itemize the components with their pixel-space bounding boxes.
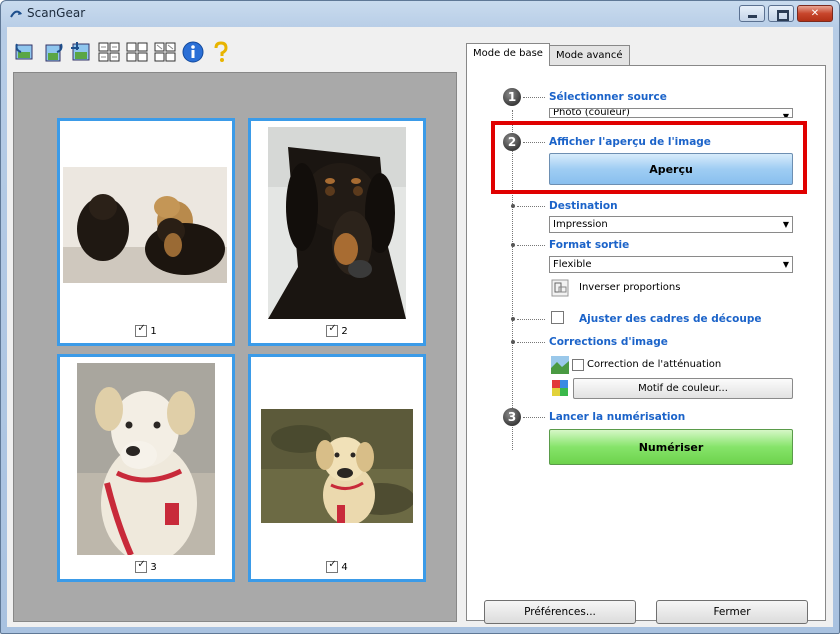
photo-two-dogs [63,167,227,283]
mode-tabs: Mode de base Mode avancé [466,43,630,66]
auto-crop-icon[interactable] [69,40,93,64]
close-icon: ✕ [810,8,820,19]
highlight-frame [491,121,807,194]
preferences-button[interactable]: Préférences... [484,600,636,624]
toolbar [13,35,237,69]
fading-correction-icon [551,356,569,374]
destination-label: Destination [549,200,618,212]
swap-aspect-ratio-label: Inverser proportions [579,282,681,293]
output-size-select[interactable]: Flexible ▼ [549,256,793,273]
source-select[interactable]: Photo (couleur) ▼ [549,108,793,118]
fading-correction-label: Correction de l'atténuation [587,359,722,370]
start-scan-label: Lancer la numérisation [549,411,686,423]
maximize-button[interactable] [768,5,794,22]
info-icon[interactable] [181,40,205,64]
thumbnail-1-checkbox[interactable] [135,323,148,337]
tab-advanced-mode[interactable]: Mode avancé [548,45,630,66]
close-window-button[interactable]: ✕ [797,5,833,22]
thumbnail-3-checkbox[interactable] [135,559,148,573]
photo-white-labrador [77,363,215,555]
fading-correction-checkbox[interactable] [572,359,584,371]
color-pattern-icon [552,380,568,396]
thumbnail-4[interactable]: 4 [248,354,426,582]
window-title: ScanGear [27,6,86,20]
thumbnail-4-checkbox[interactable] [326,559,339,573]
preview-area: 1 [13,72,457,622]
minimize-icon [748,15,757,18]
thumbnail-2-checkbox[interactable] [326,323,339,337]
step-3-icon: 3 [503,408,521,426]
select-source-label: Sélectionner source [549,91,667,103]
help-icon[interactable] [209,40,233,64]
thumbnail-2-label: 2 [251,323,423,337]
maximize-icon [777,10,789,21]
swap-aspect-ratio-icon[interactable] [551,279,569,297]
thumbnail-3-label: 3 [60,559,232,573]
photo-dachshund [268,127,406,319]
output-size-label: Format sortie [549,239,630,251]
thumbnail-1-label: 1 [60,323,232,337]
tab-basic-mode[interactable]: Mode de base [466,43,550,66]
thumbnail-1[interactable]: 1 [57,118,235,346]
multi-view-icon[interactable] [153,40,177,64]
scangear-window: ScanGear ✕ ✓ 1 ✓ 2 ✓ 3 ✓ 4 Mode de base … [0,0,840,634]
thumbnail-3[interactable]: 3 [57,354,235,582]
chevron-down-icon: ▼ [782,220,789,229]
thumbnail-4-label: 4 [251,559,423,573]
step-1-icon: 1 [503,88,521,106]
image-corrections-label: Corrections d'image [549,336,668,348]
thumbnail-2[interactable]: 2 [248,118,426,346]
chevron-down-icon: ▼ [782,112,789,118]
crop-frames-label: Ajuster des cadres de découpe [579,313,762,325]
rotate-left-icon[interactable] [13,40,37,64]
minimize-button[interactable] [739,5,765,22]
destination-select[interactable]: Impression ▼ [549,216,793,233]
color-pattern-button[interactable]: Motif de couleur... [573,378,793,399]
basic-mode-panel: 1 Sélectionner source Photo (couleur) ▼ … [466,65,826,621]
grid-view-icon[interactable] [97,40,121,64]
title-bar[interactable]: ScanGear ✕ [1,1,839,27]
scan-button[interactable]: Numériser [549,429,793,465]
chevron-down-icon: ▼ [782,260,789,269]
crop-frames-checkbox[interactable] [551,311,564,324]
rotate-right-icon[interactable] [41,40,65,64]
photo-labrador-grass [261,409,413,523]
scangear-app-icon [10,10,22,18]
settings-panel: Mode de base Mode avancé 1 Sélectionner … [466,43,828,624]
select-all-frames-icon[interactable] [125,40,149,64]
client-area: 1 [7,27,833,627]
close-button[interactable]: Fermer [656,600,808,624]
